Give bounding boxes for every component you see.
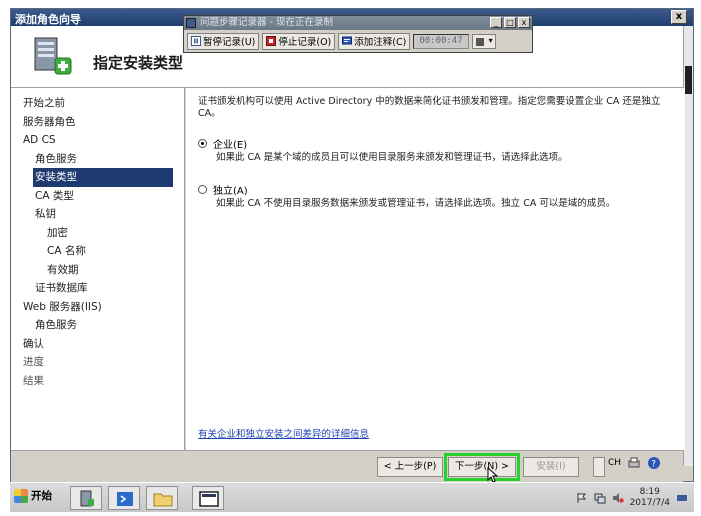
add-comment-label: 添加注释(C) [354,37,407,48]
wizard-close-button[interactable]: x [671,10,687,24]
wizard-content: 证书颁发机构可以使用 Active Directory 中的数据来简化证书颁发和… [186,88,685,450]
comment-icon [342,36,353,45]
start-button[interactable]: 开始 [14,488,52,503]
taskbar-server-manager[interactable] [70,486,102,510]
recorder-app-icon [186,18,196,28]
page-title: 指定安装类型 [93,54,184,72]
enterprise-radio-label[interactable]: 企业(E) [213,136,247,151]
standalone-radio-row[interactable]: 独立(A) [198,182,685,197]
clock-time: 8:19 [639,487,660,497]
taskbar-steps-recorder[interactable] [192,486,224,510]
more-info-link[interactable]: 有关企业和独立安装之间差异的详细信息 [198,426,369,440]
windows-taskbar: 开始 8:19 2017/7/4 [10,482,694,512]
show-desktop-icon[interactable] [676,492,688,504]
wizard-title: 添加角色向导 [15,13,81,26]
step-results: 结果 [23,374,44,387]
enterprise-radio[interactable] [198,138,207,148]
pause-record-button[interactable]: 暂停记录(U) [187,32,260,50]
standalone-description: 如果此 CA 不使用目录服务数据来颁发或管理证书，请选择此选项。独立 CA 可以… [216,198,616,209]
pause-icon [191,36,201,46]
step-before-you-begin[interactable]: 开始之前 [11,94,184,113]
add-roles-wizard-window: 添加角色向导 x 指定安装类型 开始之前 服务器角色 AD CS 角色服务 安装… [10,8,694,483]
svg-text:?: ? [651,460,656,470]
windows-logo-icon [14,488,28,503]
chevron-down-icon: ▾ [488,35,493,45]
recorder-toolbar: 暂停记录(U) 停止记录(O) 添加注释(C) 00:00:47 ▾ [184,30,532,52]
enterprise-radio-row[interactable]: 企业(E) [198,136,685,151]
cancel-button[interactable] [593,457,605,477]
pause-record-label: 暂停记录(U) [203,37,256,48]
mouse-cursor-icon [487,467,499,483]
recorder-titlebar[interactable]: 问题步骤记录器 - 现在正在录制 _ □ x [184,16,532,30]
system-tray: 8:19 2017/7/4 [576,485,688,511]
language-indicator[interactable]: CH [608,458,621,468]
step-progress: 进度 [23,356,44,368]
recorder-taskbar-icon [199,491,219,507]
step-setup-type[interactable]: 安装类型 [33,168,173,187]
folder-icon [153,493,173,507]
standalone-radio-label[interactable]: 独立(A) [213,182,248,197]
server-manager-icon [80,490,94,507]
recording-timer: 00:00:47 [413,33,469,49]
standalone-radio[interactable] [198,184,207,194]
step-iis-role-services[interactable]: 角色服务 [11,316,184,335]
recorder-maximize-icon[interactable]: □ [504,17,516,28]
stop-record-label: 停止记录(O) [278,37,332,48]
previous-button[interactable]: < 上一步(P) [377,457,443,477]
standalone-option: 独立(A) 如果此 CA 不使用目录服务数据来颁发或管理证书，请选择此选项。独立… [198,182,685,210]
start-label: 开始 [31,490,52,502]
taskbar-powershell[interactable] [108,486,140,510]
step-role-services[interactable]: 角色服务 [11,150,184,169]
enterprise-option: 企业(E) 如果此 CA 是某个域的成员且可以使用目录服务来颁发和管理证书，请选… [198,136,685,164]
stop-icon [266,36,277,46]
options-square-icon [475,37,484,46]
printer-icon[interactable] [627,456,641,470]
step-private-key[interactable]: 私钥 [11,205,184,224]
step-cryptography[interactable]: 加密 [11,224,184,243]
wizard-button-bar: < 上一步(P) 下一步(N) > 安装(I) [11,450,683,483]
install-button[interactable]: 安装(I) [523,457,579,477]
step-validity-period[interactable]: 有效期 [11,261,184,280]
recorder-options-dropdown[interactable]: ▾ [471,33,496,49]
step-web-server-iis[interactable]: Web 服务器(IIS) [11,298,184,317]
step-ca-name[interactable]: CA 名称 [11,242,184,261]
recorder-close-icon[interactable]: x [518,17,530,28]
step-ca-type[interactable]: CA 类型 [11,187,184,206]
recorder-title: 问题步骤记录器 - 现在正在录制 [200,17,333,28]
volume-icon[interactable] [612,492,624,504]
server-role-icon [34,37,72,75]
add-comment-button[interactable]: 添加注释(C) [338,32,411,50]
wizard-aux-controls: CH ? [608,456,661,470]
wizard-step-list: 开始之前 服务器角色 AD CS 角色服务 安装类型 CA 类型 私钥 加密 C… [11,88,185,450]
next-button[interactable]: 下一步(N) > [444,453,520,481]
help-icon[interactable]: ? [647,456,661,470]
clock-date: 2017/7/4 [629,498,670,508]
step-certificate-database[interactable]: 证书数据库 [11,279,184,298]
step-ad-cs[interactable]: AD CS [11,131,184,150]
stop-record-button[interactable]: 停止记录(O) [262,32,336,50]
system-clock[interactable]: 8:19 2017/7/4 [630,487,670,509]
setup-type-intro: 证书颁发机构可以使用 Active Directory 中的数据来简化证书颁发和… [198,96,661,119]
network-icon[interactable] [594,492,606,504]
steps-recorder-window: 问题步骤记录器 - 现在正在录制 _ □ x 暂停记录(U) 停止记录(O) 添… [183,15,533,53]
flag-notification-icon[interactable] [576,492,588,504]
powershell-icon [117,492,133,506]
step-confirmation[interactable]: 确认 [11,335,184,354]
enterprise-description: 如果此 CA 是某个域的成员且可以使用目录服务来颁发和管理证书，请选择此选项。 [216,152,568,163]
step-server-roles[interactable]: 服务器角色 [11,113,184,132]
recorder-minimize-icon[interactable]: _ [490,17,502,28]
taskbar-explorer[interactable] [146,486,178,510]
